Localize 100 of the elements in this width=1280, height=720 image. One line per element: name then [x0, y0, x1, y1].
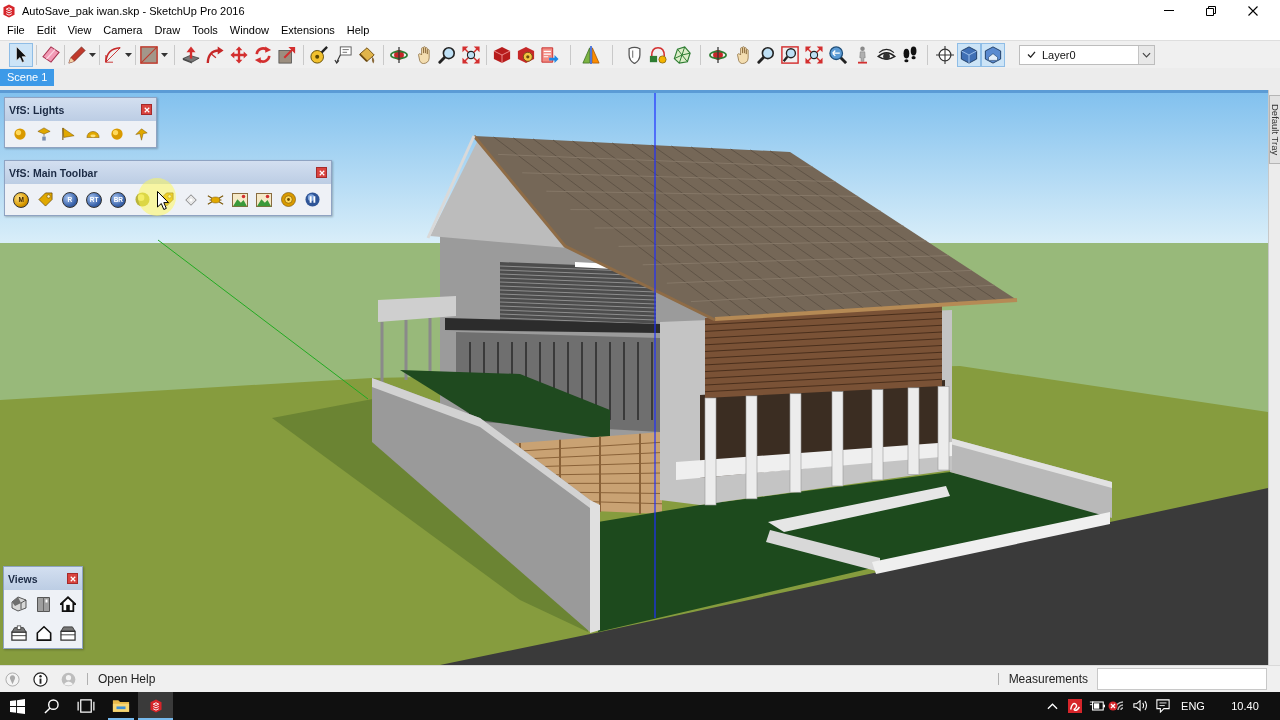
tape-measure-icon — [310, 45, 328, 64]
select-tool-button[interactable] — [9, 42, 33, 67]
hand-icon — [416, 45, 430, 64]
picture-icon — [231, 192, 248, 207]
close-icon — [143, 106, 150, 113]
note-leader-icon — [334, 45, 352, 64]
eye-icon — [876, 47, 896, 62]
speaker-icon[interactable] — [1132, 700, 1148, 712]
info-icon[interactable] — [33, 671, 48, 687]
panel-title: Views — [8, 572, 38, 585]
four-arrows-icon — [230, 45, 248, 64]
expand-arrows-icon — [805, 45, 823, 64]
house-side-icon — [60, 625, 77, 641]
tray-app-icon[interactable] — [1068, 699, 1082, 713]
bug-icon — [207, 193, 224, 206]
magnifier-icon — [438, 45, 456, 64]
check-icon — [1027, 51, 1036, 58]
box-arrow-icon — [182, 45, 200, 64]
app-logo-icon — [3, 3, 15, 18]
caret-icon — [125, 52, 132, 57]
caret-icon — [89, 52, 96, 57]
status-hint: Open Help — [98, 672, 156, 686]
network-icon[interactable] — [1108, 701, 1124, 711]
hand-icon — [735, 45, 749, 64]
toolbar-button[interactable] — [957, 42, 981, 67]
expand-arrows-icon — [462, 45, 480, 64]
paint-bucket-icon — [358, 45, 376, 64]
mesh-icon — [673, 45, 691, 64]
cursor-icon — [157, 191, 169, 210]
tag-icon — [37, 192, 53, 207]
magnifier-icon — [757, 45, 775, 64]
window-title: AutoSave_pak iwan.skp - SketchUp Pro 2016 — [22, 4, 245, 17]
cone-icon — [62, 127, 76, 141]
stacked-windows-icon — [77, 699, 95, 713]
search-icon — [44, 698, 59, 714]
figure-icon — [856, 45, 868, 64]
menu-item[interactable]: Draw — [148, 21, 187, 40]
house-roof-icon — [11, 625, 28, 641]
curved-arrow-icon — [206, 45, 224, 64]
orbit-icon — [709, 45, 727, 64]
shield-icon — [627, 45, 641, 64]
measurements-label: Measurements — [1008, 672, 1088, 686]
sphere-icon — [111, 128, 124, 140]
menu-item[interactable]: File — [1, 21, 31, 40]
four-squares-icon — [9, 698, 25, 714]
box-ring-icon — [517, 45, 535, 64]
panel-title: VfS: Main Toolbar — [9, 166, 98, 179]
menu-item[interactable]: Camera — [97, 21, 149, 40]
minimize-icon — [1164, 10, 1174, 11]
arrow-up-icon — [135, 127, 149, 141]
scale-box-icon — [278, 45, 296, 64]
magnifier-frame-icon — [781, 45, 799, 64]
magnifier-arrow-icon — [829, 45, 847, 64]
house-3d-icon — [11, 596, 28, 612]
restore-icon — [1206, 5, 1216, 16]
close-icon — [1248, 5, 1258, 16]
menu-item[interactable]: Help — [340, 21, 376, 40]
cabinet-icon — [37, 596, 51, 612]
close-button[interactable] — [67, 573, 78, 584]
chevron-down-icon — [1142, 51, 1151, 58]
target-icon — [280, 192, 296, 207]
document-arrow-icon — [541, 45, 559, 64]
battery-icon[interactable] — [1089, 701, 1105, 711]
menu-item[interactable]: Tools — [186, 21, 224, 40]
dropdown-button[interactable] — [1138, 45, 1154, 64]
pencil-icon — [68, 45, 86, 64]
shapes-icon — [649, 45, 667, 64]
sphere-icon — [14, 128, 27, 140]
panel-title: VfS: Lights — [9, 103, 65, 116]
pointer-icon — [15, 46, 27, 63]
cube-house-icon — [984, 45, 1002, 64]
measurements-field[interactable] — [1097, 668, 1267, 690]
menu-item[interactable]: Extensions — [274, 21, 341, 40]
arc-icon — [104, 45, 122, 64]
picture-icon — [256, 192, 273, 207]
circular-arrows-icon — [254, 45, 272, 64]
orbit-icon — [390, 45, 408, 64]
menu-item[interactable]: Window — [223, 21, 275, 40]
house-outline-icon — [35, 625, 52, 641]
caret-icon — [161, 52, 168, 57]
crosshair-icon — [936, 45, 954, 64]
eraser-icon — [42, 46, 60, 63]
box-icon — [493, 45, 511, 64]
language-indicator[interactable]: ENG — [1181, 700, 1205, 712]
chevron-up-icon[interactable] — [1046, 702, 1058, 710]
close-button[interactable] — [316, 167, 327, 178]
notification-icon[interactable] — [1156, 699, 1170, 713]
menu-item[interactable]: View — [61, 21, 98, 40]
app-logo-icon — [149, 699, 162, 713]
cube-icon — [960, 45, 978, 64]
house-front-icon — [60, 596, 77, 612]
spotlight-icon — [37, 127, 52, 141]
toolbar-button[interactable] — [981, 42, 1005, 67]
dome-icon — [86, 130, 101, 138]
layer-dropdown[interactable]: Layer0 — [1019, 44, 1155, 65]
clock-time[interactable]: 10.40 — [1231, 700, 1259, 712]
close-icon — [69, 575, 76, 582]
close-button[interactable] — [141, 104, 152, 115]
menu-item[interactable]: Edit — [30, 21, 62, 40]
triangles-icon — [582, 45, 600, 64]
